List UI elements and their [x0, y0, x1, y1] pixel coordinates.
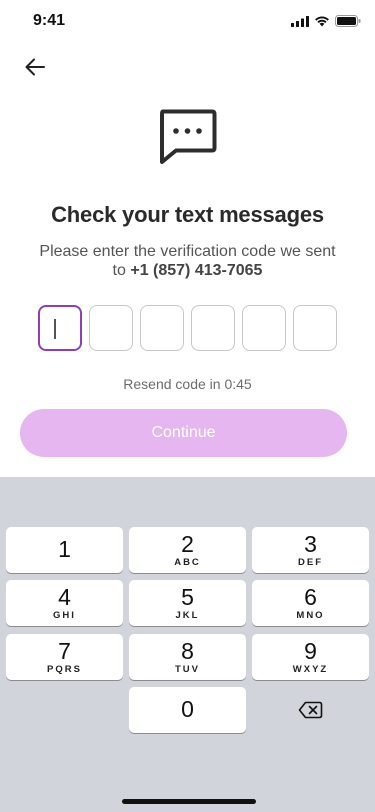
continue-button[interactable]: Continue: [20, 409, 347, 457]
key-digit: 7: [58, 638, 71, 664]
chat-bubble-dots-icon: [160, 109, 217, 164]
key-2[interactable]: 2 ABC: [129, 527, 246, 573]
phone-number: +1 (857) 413-7065: [130, 262, 263, 279]
otp-input-group: [38, 305, 337, 351]
key-1[interactable]: 1: [6, 527, 123, 573]
otp-digit-5[interactable]: [242, 305, 286, 351]
key-digit: 9: [304, 638, 317, 664]
delete-key[interactable]: [252, 687, 369, 733]
otp-digit-4[interactable]: [191, 305, 235, 351]
key-8[interactable]: 8 TUV: [129, 634, 246, 680]
key-0[interactable]: 0: [129, 687, 246, 733]
key-letters: TUV: [175, 664, 200, 675]
key-digit: 2: [181, 531, 194, 557]
key-letters: DEF: [298, 557, 323, 568]
key-digit: 1: [58, 536, 71, 562]
key-digit: 4: [58, 584, 71, 610]
battery-icon: [335, 15, 361, 27]
key-5[interactable]: 5 JKL: [129, 580, 246, 626]
key-letters: JKL: [175, 610, 200, 621]
key-3[interactable]: 3 DEF: [252, 527, 369, 573]
status-icons: [291, 15, 361, 27]
status-bar: 9:41: [0, 0, 375, 44]
instruction-line: Please enter the verification code we se…: [39, 243, 336, 260]
resend-timer: Resend code in 0:45: [123, 376, 252, 392]
key-digit: 3: [304, 531, 317, 557]
arrow-left-icon: [25, 58, 45, 76]
back-button[interactable]: [20, 52, 50, 82]
wifi-icon: [315, 16, 329, 27]
key-6[interactable]: 6 MNO: [252, 580, 369, 626]
key-7[interactable]: 7 PQRS: [6, 634, 123, 680]
hero-icon: [159, 109, 217, 170]
otp-digit-1[interactable]: [38, 305, 82, 351]
status-time: 9:41: [33, 12, 66, 29]
key-letters: MNO: [296, 610, 325, 621]
otp-digit-6[interactable]: [293, 305, 337, 351]
otp-digit-2[interactable]: [89, 305, 133, 351]
home-indicator: [122, 799, 256, 804]
text-cursor: [54, 319, 56, 339]
instruction-prefix: to: [112, 262, 131, 279]
key-9[interactable]: 9 WXYZ: [252, 634, 369, 680]
key-letters: ABC: [174, 557, 201, 568]
numeric-keypad: 1 2 ABC 3 DEF 4 GHI 5 JKL 6 MNO 7 PQRS 8…: [0, 477, 375, 812]
key-digit: 5: [181, 584, 194, 610]
key-digit: 0: [181, 696, 194, 722]
key-letters: WXYZ: [292, 664, 329, 675]
page-title: Check your text messages: [51, 202, 324, 227]
key-letters: GHI: [53, 610, 76, 621]
key-4[interactable]: 4 GHI: [6, 580, 123, 626]
key-digit: 8: [181, 638, 194, 664]
key-letters: PQRS: [47, 664, 82, 675]
otp-digit-3[interactable]: [140, 305, 184, 351]
backspace-icon: [298, 701, 323, 719]
cellular-signal-icon: [291, 15, 309, 27]
key-digit: 6: [304, 584, 317, 610]
instruction-text: Please enter the verification code we se…: [0, 242, 375, 280]
